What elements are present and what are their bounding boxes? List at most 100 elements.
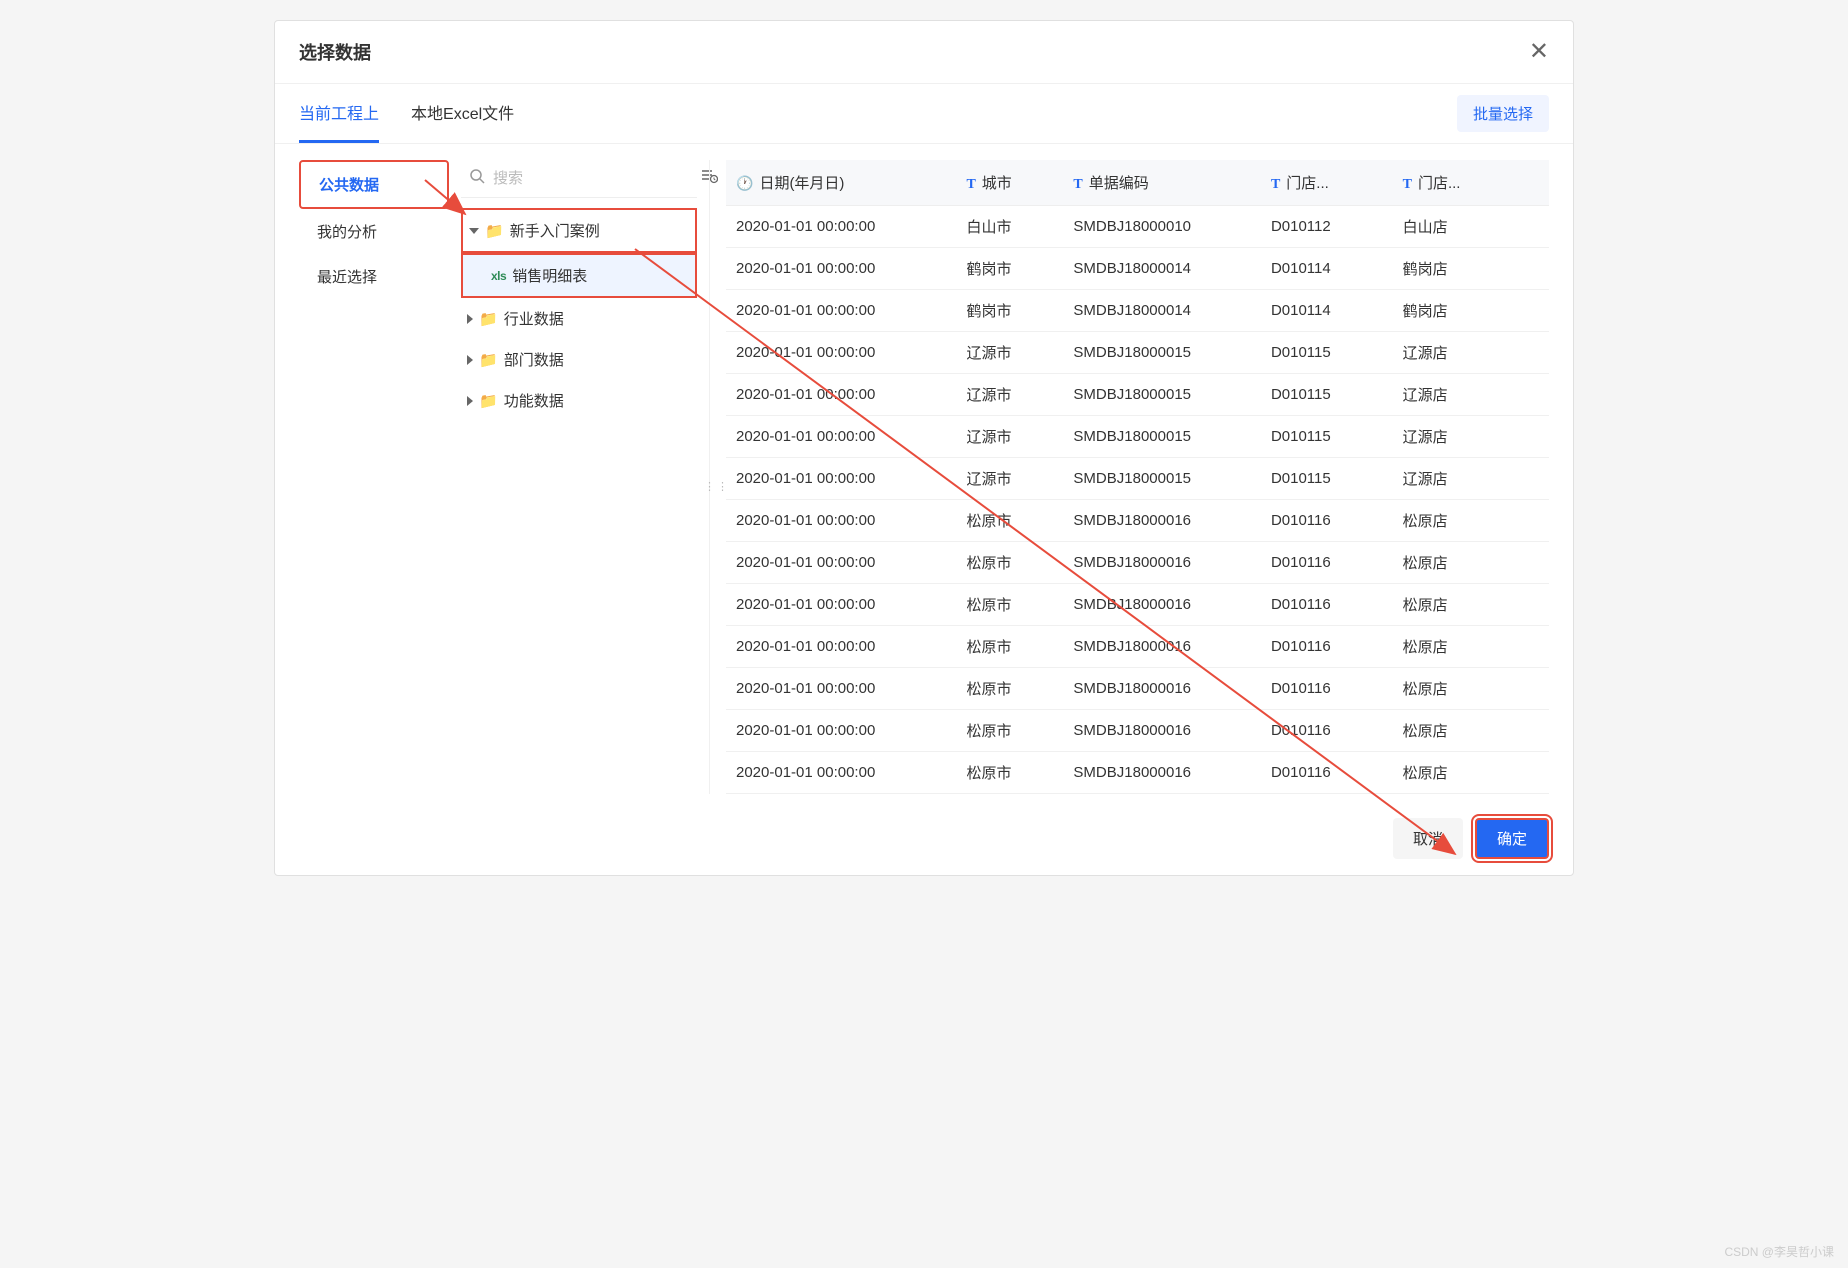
table-cell: 辽源店 xyxy=(1393,332,1549,374)
ok-button[interactable]: 确定 xyxy=(1475,818,1549,859)
column-store-2[interactable]: T门店... xyxy=(1393,160,1549,206)
table-cell: SMDBJ18000016 xyxy=(1063,542,1261,584)
table-cell: 松原市 xyxy=(956,542,1063,584)
table-cell: SMDBJ18000016 xyxy=(1063,626,1261,668)
table-cell: SMDBJ18000016 xyxy=(1063,584,1261,626)
table-cell: 2020-01-01 00:00:00 xyxy=(726,206,956,248)
table-cell: 松原店 xyxy=(1393,626,1549,668)
table-row[interactable]: 2020-01-01 00:00:00松原市SMDBJ18000016D0101… xyxy=(726,542,1549,584)
dialog-header: 选择数据 ✕ xyxy=(275,21,1573,84)
table-cell: SMDBJ18000016 xyxy=(1063,752,1261,794)
table-cell: 2020-01-01 00:00:00 xyxy=(726,752,956,794)
table-cell: 辽源市 xyxy=(956,458,1063,500)
table-cell: 辽源店 xyxy=(1393,458,1549,500)
table-cell: 松原市 xyxy=(956,668,1063,710)
table-cell: 松原市 xyxy=(956,584,1063,626)
table-cell: SMDBJ18000015 xyxy=(1063,374,1261,416)
tabs: 当前工程上 本地Excel文件 xyxy=(299,84,514,143)
table-cell: 鹤岗店 xyxy=(1393,290,1549,332)
text-type-icon: T xyxy=(1073,177,1082,192)
cancel-button[interactable]: 取消 xyxy=(1393,818,1463,859)
table-row[interactable]: 2020-01-01 00:00:00辽源市SMDBJ18000015D0101… xyxy=(726,458,1549,500)
tabs-row: 当前工程上 本地Excel文件 批量选择 xyxy=(275,84,1573,144)
table-row[interactable]: 2020-01-01 00:00:00松原市SMDBJ18000016D0101… xyxy=(726,752,1549,794)
table-cell: D010116 xyxy=(1261,584,1393,626)
tab-current-project[interactable]: 当前工程上 xyxy=(299,84,379,143)
table-cell: D010114 xyxy=(1261,248,1393,290)
folder-icon: 📁 xyxy=(479,351,498,369)
tab-local-excel[interactable]: 本地Excel文件 xyxy=(411,84,514,143)
table-row[interactable]: 2020-01-01 00:00:00辽源市SMDBJ18000015D0101… xyxy=(726,374,1549,416)
table-cell: D010116 xyxy=(1261,668,1393,710)
dialog-footer: 取消 确定 xyxy=(275,802,1573,875)
table-row[interactable]: 2020-01-01 00:00:00鹤岗市SMDBJ18000014D0101… xyxy=(726,290,1549,332)
table-cell: 辽源店 xyxy=(1393,416,1549,458)
tree-folder-beginner-cases[interactable]: 📁 新手入门案例 xyxy=(461,208,697,253)
table-cell: 2020-01-01 00:00:00 xyxy=(726,500,956,542)
table-cell: SMDBJ18000015 xyxy=(1063,332,1261,374)
table-cell: 2020-01-01 00:00:00 xyxy=(726,290,956,332)
table-cell: 松原店 xyxy=(1393,500,1549,542)
tree-file-sales-detail[interactable]: xls 销售明细表 xyxy=(461,253,697,298)
table-row[interactable]: 2020-01-01 00:00:00松原市SMDBJ18000016D0101… xyxy=(726,500,1549,542)
table-cell: 松原店 xyxy=(1393,668,1549,710)
tree-folder-label: 新手入门案例 xyxy=(510,220,600,241)
text-type-icon: T xyxy=(1403,177,1412,192)
folder-icon: 📁 xyxy=(479,310,498,328)
table-row[interactable]: 2020-01-01 00:00:00鹤岗市SMDBJ18000014D0101… xyxy=(726,248,1549,290)
table-cell: D010115 xyxy=(1261,374,1393,416)
table-cell: 辽源市 xyxy=(956,416,1063,458)
resize-handle[interactable]: ⋮⋮ xyxy=(704,480,730,493)
table-cell: 辽源市 xyxy=(956,374,1063,416)
table-cell: D010115 xyxy=(1261,416,1393,458)
table-cell: D010116 xyxy=(1261,542,1393,584)
table-row[interactable]: 2020-01-01 00:00:00辽源市SMDBJ18000015D0101… xyxy=(726,416,1549,458)
search-input[interactable] xyxy=(493,164,692,193)
sidebar-item-my-analysis[interactable]: 我的分析 xyxy=(299,209,449,254)
table-cell: SMDBJ18000014 xyxy=(1063,248,1261,290)
table-cell: 松原店 xyxy=(1393,584,1549,626)
tree-folder-industry[interactable]: 📁 行业数据 xyxy=(461,298,697,339)
table-cell: 2020-01-01 00:00:00 xyxy=(726,374,956,416)
sidebar: 公共数据 我的分析 最近选择 xyxy=(299,160,449,794)
search-icon xyxy=(469,168,485,189)
batch-select-button[interactable]: 批量选择 xyxy=(1457,95,1549,132)
table-row[interactable]: 2020-01-01 00:00:00松原市SMDBJ18000016D0101… xyxy=(726,710,1549,752)
tree-file-label: 销售明细表 xyxy=(512,265,587,286)
table-cell: SMDBJ18000016 xyxy=(1063,668,1261,710)
dialog-title: 选择数据 xyxy=(299,39,371,65)
table-row[interactable]: 2020-01-01 00:00:00松原市SMDBJ18000016D0101… xyxy=(726,626,1549,668)
table-row[interactable]: 2020-01-01 00:00:00白山市SMDBJ18000010D0101… xyxy=(726,206,1549,248)
xls-icon: xls xyxy=(491,269,506,283)
table-cell: SMDBJ18000014 xyxy=(1063,290,1261,332)
caret-down-icon xyxy=(469,228,479,234)
sidebar-item-public-data[interactable]: 公共数据 xyxy=(299,160,449,209)
close-button[interactable]: ✕ xyxy=(1529,40,1549,64)
column-store-1[interactable]: T门店... xyxy=(1261,160,1393,206)
table-row[interactable]: 2020-01-01 00:00:00辽源市SMDBJ18000015D0101… xyxy=(726,332,1549,374)
table-cell: D010115 xyxy=(1261,458,1393,500)
column-date[interactable]: 🕐日期(年月日) xyxy=(726,160,956,206)
folder-icon: 📁 xyxy=(485,222,504,240)
table-cell: 松原市 xyxy=(956,626,1063,668)
table-cell: D010116 xyxy=(1261,500,1393,542)
table-row[interactable]: 2020-01-01 00:00:00松原市SMDBJ18000016D0101… xyxy=(726,668,1549,710)
table-cell: 2020-01-01 00:00:00 xyxy=(726,248,956,290)
tree-folder-label: 功能数据 xyxy=(504,390,564,411)
table-cell: SMDBJ18000010 xyxy=(1063,206,1261,248)
table-cell: 2020-01-01 00:00:00 xyxy=(726,584,956,626)
sidebar-item-recent[interactable]: 最近选择 xyxy=(299,254,449,299)
table-cell: 松原店 xyxy=(1393,710,1549,752)
table-cell: D010115 xyxy=(1261,332,1393,374)
table-row[interactable]: 2020-01-01 00:00:00松原市SMDBJ18000016D0101… xyxy=(726,584,1549,626)
tree-folder-department[interactable]: 📁 部门数据 xyxy=(461,339,697,380)
table-cell: 2020-01-01 00:00:00 xyxy=(726,668,956,710)
watermark: CSDN @李昊哲小课 xyxy=(1724,1243,1834,1260)
tree-folder-function[interactable]: 📁 功能数据 xyxy=(461,380,697,421)
column-city[interactable]: T城市 xyxy=(956,160,1063,206)
table-cell: 2020-01-01 00:00:00 xyxy=(726,710,956,752)
table-panel: ⋮⋮ 🕐日期(年月日) T城市 T单据编码 T门店... T门店... 2020… xyxy=(709,160,1549,794)
table-cell: 松原市 xyxy=(956,710,1063,752)
table-cell: SMDBJ18000016 xyxy=(1063,710,1261,752)
column-doc-code[interactable]: T单据编码 xyxy=(1063,160,1261,206)
